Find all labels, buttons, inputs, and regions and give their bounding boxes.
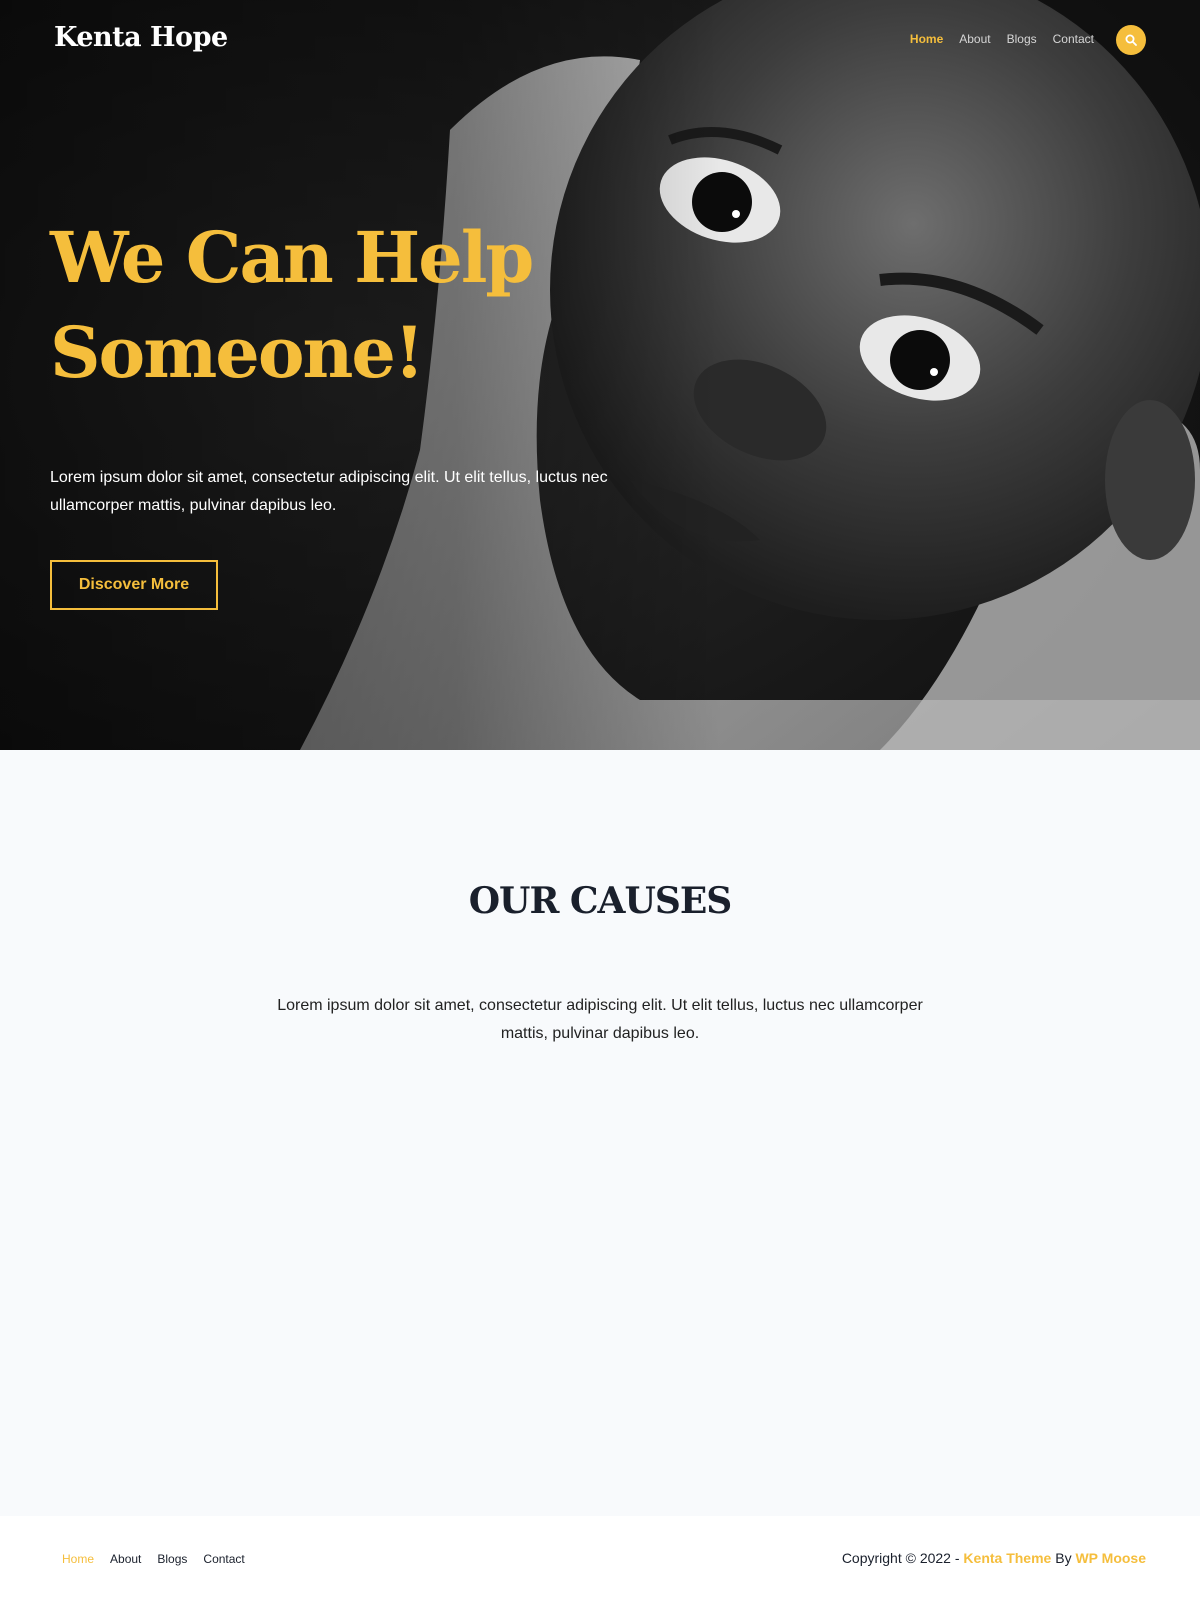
hero-title: We Can Help Someone! [50, 210, 610, 400]
copyright-prefix: Copyright © 2022 - [841, 1550, 964, 1566]
site-logo[interactable]: Kenta Hope [54, 22, 228, 53]
main-nav: Home About Blogs Contact [910, 32, 1094, 46]
search-button[interactable] [1116, 25, 1146, 55]
copyright: Copyright © 2022 - Kenta Theme By WP Moo… [842, 1550, 1146, 1566]
nav-item-blogs[interactable]: Blogs [1007, 32, 1037, 46]
footer-nav-home[interactable]: Home [62, 1552, 94, 1566]
theme-link[interactable]: Kenta Theme [963, 1550, 1051, 1566]
footer-nav-about[interactable]: About [110, 1552, 141, 1566]
site-header: Kenta Hope Home About Blogs Contact [0, 0, 1200, 80]
search-icon [1125, 34, 1137, 46]
site-footer: Home About Blogs Contact Copyright © 202… [0, 1516, 1200, 1600]
hero-text: Lorem ipsum dolor sit amet, consectetur … [50, 469, 608, 514]
causes-title: OUR CAUSES [468, 880, 733, 922]
copyright-by: By [1051, 1550, 1076, 1566]
footer-nav: Home About Blogs Contact [62, 1552, 245, 1566]
footer-nav-contact[interactable]: Contact [203, 1552, 244, 1566]
hero-section: Kenta Hope Home About Blogs Contact We C… [0, 0, 1200, 750]
causes-text: Lorem ipsum dolor sit amet, consectetur … [277, 997, 923, 1042]
author-link[interactable]: WP Moose [1075, 1550, 1146, 1566]
nav-item-contact[interactable]: Contact [1053, 32, 1094, 46]
hero-title-line2: Someone! [50, 311, 425, 394]
footer-nav-blogs[interactable]: Blogs [157, 1552, 187, 1566]
hero-title-line1: We Can Help [50, 216, 534, 299]
causes-section: OUR CAUSES Lorem ipsum dolor sit amet, c… [0, 750, 1200, 1516]
nav-item-home[interactable]: Home [910, 32, 943, 46]
discover-more-button[interactable]: Discover More [50, 560, 218, 610]
nav-item-about[interactable]: About [959, 32, 990, 46]
